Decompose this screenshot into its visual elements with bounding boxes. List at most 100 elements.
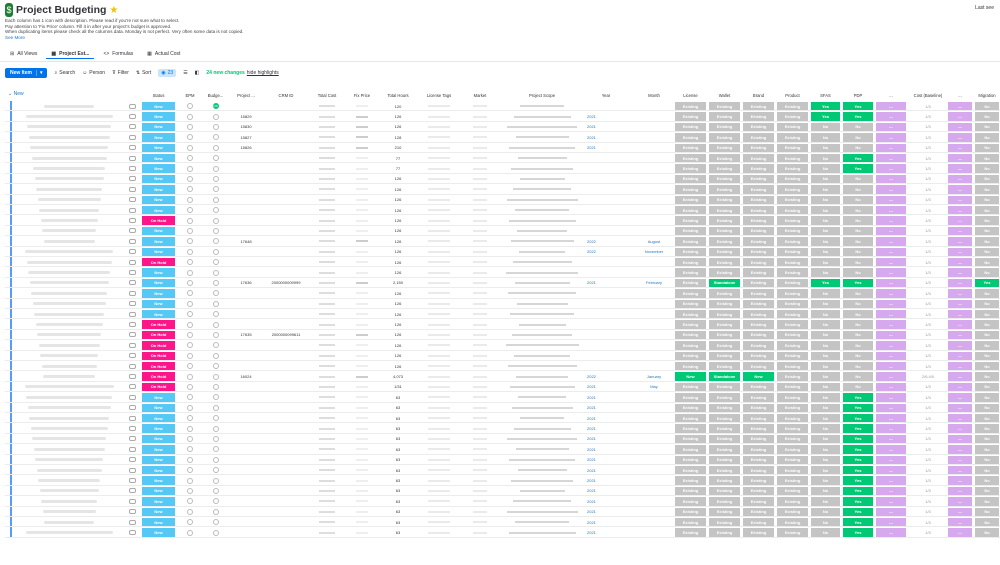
status-badge[interactable]: New [142, 434, 175, 444]
brand-status[interactable]: Existing [743, 143, 774, 152]
month[interactable]: January [636, 372, 672, 380]
migration-status[interactable]: No [975, 445, 999, 454]
brand-status[interactable]: Existing [743, 258, 774, 267]
year[interactable]: 2021 [587, 476, 625, 484]
product-status[interactable]: Existing [777, 330, 808, 340]
extra-status[interactable]: — [948, 237, 972, 246]
table-row[interactable]: On Hold 17635 2000000099611 126 Existing Exis… [5, 329, 1000, 341]
sfas-status[interactable]: No [811, 466, 840, 475]
extra-status[interactable]: — [948, 372, 972, 381]
pdp-status[interactable]: Yes [843, 507, 873, 516]
table-row[interactable]: New 77 Existing Existing Existing Existing No Y… [5, 153, 1000, 164]
license-status[interactable]: Existing [675, 216, 706, 225]
conversation-cell[interactable] [126, 258, 138, 266]
epm-cell[interactable] [179, 289, 201, 297]
market[interactable] [463, 196, 497, 204]
item-name[interactable] [19, 424, 119, 432]
conversation-cell[interactable] [126, 206, 138, 214]
license-tags[interactable] [418, 175, 460, 183]
sfas-status[interactable]: No [811, 497, 840, 506]
month[interactable]: May [636, 383, 672, 391]
chat-bubble-icon[interactable] [128, 519, 136, 525]
project-scope[interactable] [500, 424, 584, 432]
license-tags[interactable] [418, 227, 460, 235]
item-name[interactable] [19, 466, 119, 474]
year[interactable]: 2021 [587, 518, 625, 526]
chat-bubble-icon[interactable] [128, 124, 136, 130]
fix-price[interactable] [346, 456, 378, 464]
wallet-status[interactable]: Existing [709, 102, 740, 111]
product-status[interactable]: Existing [777, 258, 808, 267]
product-status[interactable]: Existing [777, 247, 808, 256]
license-status[interactable]: Existing [675, 122, 706, 132]
conversation-cell[interactable] [126, 320, 138, 328]
year[interactable]: 2021 [587, 112, 625, 120]
extra-status[interactable]: — [948, 414, 972, 423]
migration-status[interactable]: No [975, 237, 999, 246]
market[interactable] [463, 185, 497, 193]
fix-price[interactable] [346, 196, 378, 204]
extra-status[interactable]: — [876, 289, 906, 298]
column-header-scope[interactable]: Project Scope [499, 90, 585, 100]
brand-status[interactable]: Existing [743, 185, 774, 194]
crm-id[interactable] [264, 362, 308, 370]
license-status[interactable]: Existing [675, 351, 706, 360]
migration-status[interactable]: No [975, 216, 999, 225]
fix-price[interactable] [346, 320, 378, 328]
project-id[interactable] [231, 320, 261, 328]
project-id[interactable] [231, 476, 261, 484]
budget-cell[interactable] [204, 258, 227, 266]
project-id[interactable]: 17648 [231, 237, 261, 245]
epm-cell[interactable] [179, 528, 201, 536]
status-badge[interactable]: New [142, 185, 175, 194]
epm-cell[interactable] [179, 279, 201, 287]
status-badge[interactable]: New [142, 518, 175, 527]
item-name[interactable] [19, 248, 119, 256]
budget-cell[interactable] [204, 289, 227, 297]
project-scope[interactable] [500, 466, 584, 474]
chat-bubble-icon[interactable] [128, 311, 136, 317]
license-tags[interactable] [418, 320, 460, 328]
epm-cell[interactable] [179, 331, 201, 339]
crm-id[interactable] [264, 414, 308, 422]
license-status[interactable]: Existing [675, 320, 706, 329]
conversation-cell[interactable] [126, 383, 138, 391]
fix-price[interactable] [346, 206, 378, 214]
hidden-columns-chip[interactable]: ◉ 23 [158, 69, 177, 77]
chat-bubble-icon[interactable] [128, 218, 136, 224]
table-row[interactable]: On Hold 126 Existing Existing Existing Existi… [5, 350, 1000, 361]
brand-status[interactable]: Existing [743, 226, 774, 236]
extra-status[interactable]: — [948, 466, 972, 475]
project-scope[interactable] [500, 476, 584, 484]
license-status[interactable]: Existing [675, 185, 706, 194]
table-row[interactable]: New 77 Existing Existing Existing Existing No Y… [5, 163, 1000, 174]
brand-status[interactable]: Existing [743, 528, 774, 537]
project-scope[interactable] [500, 112, 584, 120]
chat-bubble-icon[interactable] [128, 249, 136, 255]
epm-cell[interactable] [179, 508, 201, 516]
crm-id[interactable] [264, 227, 308, 235]
extra-status[interactable]: — [948, 351, 972, 360]
fix-price[interactable] [346, 445, 378, 453]
column-header-ext2[interactable]: ... [947, 90, 973, 100]
month[interactable] [636, 133, 672, 141]
migration-status[interactable]: No [975, 351, 999, 360]
wallet-status[interactable]: Existing [709, 393, 740, 402]
column-header-year[interactable]: Year [586, 90, 626, 100]
item-name[interactable] [19, 164, 119, 172]
budget-cell[interactable] [204, 310, 227, 318]
project-scope[interactable] [500, 154, 584, 162]
project-id[interactable] [231, 185, 261, 193]
brand-status[interactable]: Existing [743, 320, 774, 329]
year[interactable] [587, 164, 625, 172]
extra-status[interactable]: — [876, 102, 906, 111]
month[interactable] [636, 445, 672, 453]
year[interactable] [587, 289, 625, 297]
license-tags[interactable] [418, 497, 460, 505]
project-id[interactable] [231, 310, 261, 318]
year[interactable]: 2021 [587, 497, 625, 505]
epm-cell[interactable] [179, 372, 201, 380]
project-scope[interactable] [500, 300, 584, 308]
table-row[interactable]: New 15827 128 2021 Existing Existing Existing E… [5, 132, 1000, 143]
pdp-status[interactable]: No [843, 372, 873, 381]
